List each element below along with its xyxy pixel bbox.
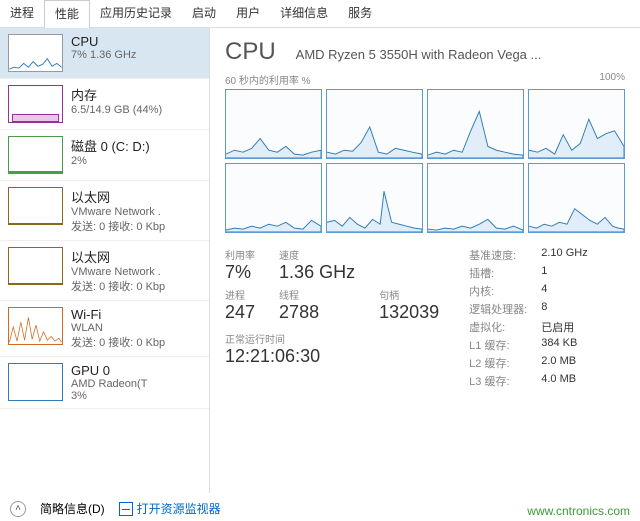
core-chart-4 (225, 163, 322, 233)
core-charts (225, 89, 625, 233)
l1-value: 384 KB (541, 337, 587, 353)
chevron-up-icon[interactable]: ˄ (10, 501, 26, 517)
sidebar-item-cpu[interactable]: CPU 7% 1.36 GHz (0, 28, 209, 79)
memory-thumb-icon (8, 85, 63, 123)
virt-value: 已启用 (541, 319, 587, 335)
l2-label: L2 缓存: (469, 355, 527, 371)
stats-right: 基准速度:2.10 GHz 插槽:1 内核:4 逻辑处理器:8 虚拟化:已启用 … (469, 247, 588, 389)
sidebar-disk-sub: 2% (71, 155, 201, 167)
tab-details[interactable]: 详细信息 (270, 0, 338, 27)
chart-label-right: 100% (599, 72, 625, 87)
stat-util-value: 7% (225, 262, 255, 283)
resource-monitor-label: 打开资源监视器 (137, 500, 221, 517)
sidebar-mem-sub: 6.5/14.9 GB (44%) (71, 104, 201, 116)
core-chart-3 (528, 89, 625, 159)
core-chart-5 (326, 163, 423, 233)
tab-services[interactable]: 服务 (338, 0, 382, 27)
tab-startup[interactable]: 启动 (182, 0, 226, 27)
sidebar-eth1-title: 以太网 (71, 187, 201, 206)
stat-speed-value: 1.36 GHz (279, 262, 355, 283)
tab-app-history[interactable]: 应用历史记录 (90, 0, 182, 27)
sidebar-item-ethernet-2[interactable]: 以太网 VMware Network . 发送: 0 接收: 0 Kbp (0, 241, 209, 301)
detail-panel: CPU AMD Ryzen 5 3550H with Radeon Vega .… (210, 28, 640, 493)
resource-monitor-link[interactable]: 打开资源监视器 (119, 500, 221, 517)
uptime-value: 12:21:06:30 (225, 346, 439, 367)
monitor-icon (119, 502, 133, 516)
wifi-thumb-icon (8, 307, 63, 345)
tab-bar: 进程 性能 应用历史记录 启动 用户 详细信息 服务 (0, 0, 640, 28)
main-area: CPU 7% 1.36 GHz 内存 6.5/14.9 GB (44%) 磁盘 … (0, 28, 640, 493)
sidebar-item-gpu[interactable]: GPU 0 AMD Radeon(T 3% (0, 357, 209, 409)
tab-performance[interactable]: 性能 (44, 0, 90, 28)
sockets-label: 插槽: (469, 265, 527, 281)
sidebar: CPU 7% 1.36 GHz 内存 6.5/14.9 GB (44%) 磁盘 … (0, 28, 210, 493)
ethernet-thumb-icon (8, 247, 63, 285)
cpu-thumb-icon (8, 34, 63, 72)
core-chart-0 (225, 89, 322, 159)
disk-thumb-icon (8, 136, 63, 174)
core-chart-1 (326, 89, 423, 159)
core-chart-6 (427, 163, 524, 233)
l1-label: L1 缓存: (469, 337, 527, 353)
sidebar-eth2-sub: VMware Network . (71, 266, 201, 278)
stat-speed-label: 速度 (279, 247, 355, 262)
l3-label: L3 缓存: (469, 373, 527, 389)
sidebar-gpu-sub2: 3% (71, 390, 201, 402)
stat-handle-value: 132039 (379, 302, 439, 323)
sockets-value: 1 (541, 265, 587, 281)
sidebar-wifi-sub2: 发送: 0 接收: 0 Kbp (71, 334, 201, 350)
sidebar-wifi-title: Wi-Fi (71, 307, 201, 322)
l3-value: 4.0 MB (541, 373, 587, 389)
gpu-thumb-icon (8, 363, 63, 401)
chart-label-left: 60 秒内的利用率 % (225, 72, 311, 87)
sidebar-cpu-sub: 7% 1.36 GHz (71, 49, 201, 61)
sidebar-item-wifi[interactable]: Wi-Fi WLAN 发送: 0 接收: 0 Kbp (0, 301, 209, 357)
base-speed-value: 2.10 GHz (541, 247, 587, 263)
sidebar-cpu-title: CPU (71, 34, 201, 49)
sidebar-mem-title: 内存 (71, 85, 201, 104)
stat-thread-label: 线程 (279, 287, 355, 302)
stat-proc-value: 247 (225, 302, 255, 323)
uptime-label: 正常运行时间 (225, 331, 439, 346)
stat-thread-value: 2788 (279, 302, 355, 323)
footer-bar: ˄ 简略信息(D) 打开资源监视器 (10, 500, 221, 517)
tab-users[interactable]: 用户 (226, 0, 270, 27)
stat-handle-label: 句柄 (379, 287, 439, 302)
stats-main: 利用率7% 速度1.36 GHz 进程247 线程2788 句柄132039 (225, 247, 439, 323)
logical-value: 8 (541, 301, 587, 317)
sidebar-wifi-sub: WLAN (71, 322, 201, 334)
detail-title: CPU (225, 38, 276, 66)
ethernet-thumb-icon (8, 187, 63, 225)
sidebar-item-disk[interactable]: 磁盘 0 (C: D:) 2% (0, 130, 209, 181)
stat-util-label: 利用率 (225, 247, 255, 262)
sidebar-item-memory[interactable]: 内存 6.5/14.9 GB (44%) (0, 79, 209, 130)
sidebar-gpu-title: GPU 0 (71, 363, 201, 378)
core-chart-2 (427, 89, 524, 159)
cores-value: 4 (541, 283, 587, 299)
sidebar-eth1-sub2: 发送: 0 接收: 0 Kbp (71, 218, 201, 234)
detail-model: AMD Ryzen 5 3550H with Radeon Vega ... (296, 47, 542, 62)
stat-proc-label: 进程 (225, 287, 255, 302)
sidebar-gpu-sub: AMD Radeon(T (71, 378, 201, 390)
logical-label: 逻辑处理器: (469, 301, 527, 317)
watermark: www.cntronics.com (527, 504, 630, 518)
sidebar-eth2-title: 以太网 (71, 247, 201, 266)
core-chart-7 (528, 163, 625, 233)
l2-value: 2.0 MB (541, 355, 587, 371)
sidebar-eth2-sub2: 发送: 0 接收: 0 Kbp (71, 278, 201, 294)
base-speed-label: 基准速度: (469, 247, 527, 263)
sidebar-disk-title: 磁盘 0 (C: D:) (71, 136, 201, 155)
sidebar-item-ethernet-1[interactable]: 以太网 VMware Network . 发送: 0 接收: 0 Kbp (0, 181, 209, 241)
cores-label: 内核: (469, 283, 527, 299)
tab-processes[interactable]: 进程 (0, 0, 44, 27)
stats-area: 利用率7% 速度1.36 GHz 进程247 线程2788 句柄132039 正… (225, 247, 625, 389)
virt-label: 虚拟化: (469, 319, 527, 335)
sidebar-eth1-sub: VMware Network . (71, 206, 201, 218)
brief-info-link[interactable]: 简略信息(D) (40, 500, 105, 517)
